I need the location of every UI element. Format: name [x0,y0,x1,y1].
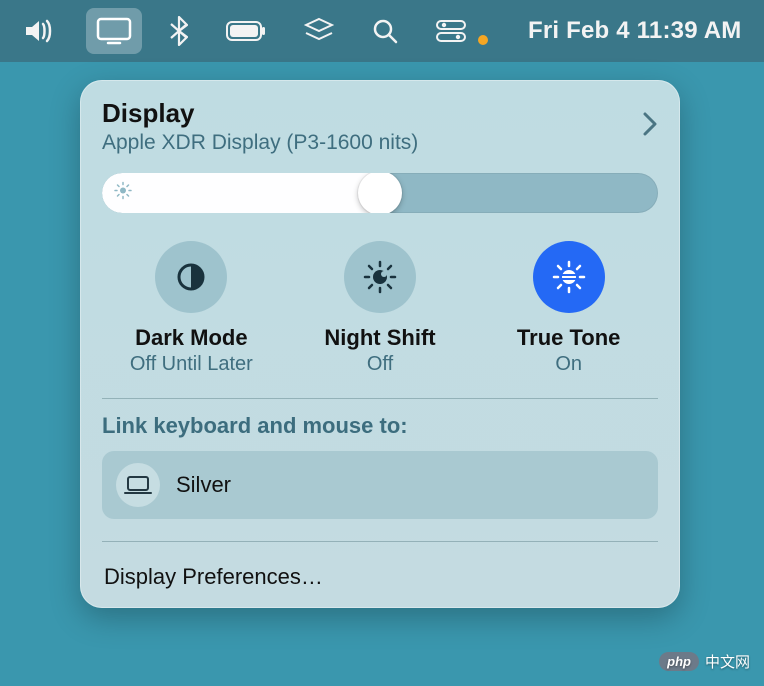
display-header[interactable]: Display Apple XDR Display (P3-1600 nits) [102,98,658,155]
display-title: Display [102,98,418,129]
menubar-datetime[interactable]: Fri Feb 4 11:39 AM [528,17,741,45]
divider [102,398,658,399]
search-icon [372,18,398,44]
status-dot-icon [478,35,488,45]
brightness-fill [102,173,380,213]
battery-icon [226,21,266,41]
battery-menu[interactable] [216,8,276,54]
control-center-menu[interactable] [426,8,470,54]
night-shift-status: Off [291,353,470,376]
link-keyboard-label: Link keyboard and mouse to: [102,413,658,439]
night-shift-toggle[interactable]: Night Shift Off [291,241,470,376]
dark-mode-title: Dark Mode [102,325,281,351]
true-tone-title: True Tone [479,325,658,351]
chevron-right-icon [642,111,658,142]
display-panel: Display Apple XDR Display (P3-1600 nits)… [80,80,680,608]
display-preferences-link[interactable]: Display Preferences… [102,556,658,594]
control-center-icon [436,20,466,42]
night-shift-title: Night Shift [291,325,470,351]
true-tone-icon [533,241,605,313]
watermark-badge: php [659,652,699,671]
dark-mode-toggle[interactable]: Dark Mode Off Until Later [102,241,281,376]
night-shift-icon [344,241,416,313]
divider [102,541,658,542]
linked-device-row[interactable]: Silver [102,451,658,519]
true-tone-toggle[interactable]: True Tone On [479,241,658,376]
bluetooth-menu[interactable] [160,8,198,54]
volume-icon [24,18,58,44]
display-subtitle: Apple XDR Display (P3-1600 nits) [102,131,418,155]
brightness-knob[interactable] [358,173,402,213]
dark-mode-status: Off Until Later [102,353,281,376]
volume-menu[interactable] [14,8,68,54]
brightness-low-icon [114,182,132,205]
brightness-slider[interactable] [102,173,658,213]
watermark: php 中文网 [659,651,750,672]
display-menu[interactable] [86,8,142,54]
watermark-text: 中文网 [705,651,750,672]
true-tone-status: On [479,353,658,376]
display-icon [96,17,132,45]
menubar: Fri Feb 4 11:39 AM [0,0,764,62]
dark-mode-icon [155,241,227,313]
display-modes: Dark Mode Off Until Later Night Shift Of… [102,241,658,376]
layers-icon [304,17,334,45]
laptop-icon [116,463,160,507]
spotlight-menu[interactable] [362,8,408,54]
stacks-menu[interactable] [294,8,344,54]
bluetooth-icon [170,16,188,46]
linked-device-name: Silver [176,472,231,498]
